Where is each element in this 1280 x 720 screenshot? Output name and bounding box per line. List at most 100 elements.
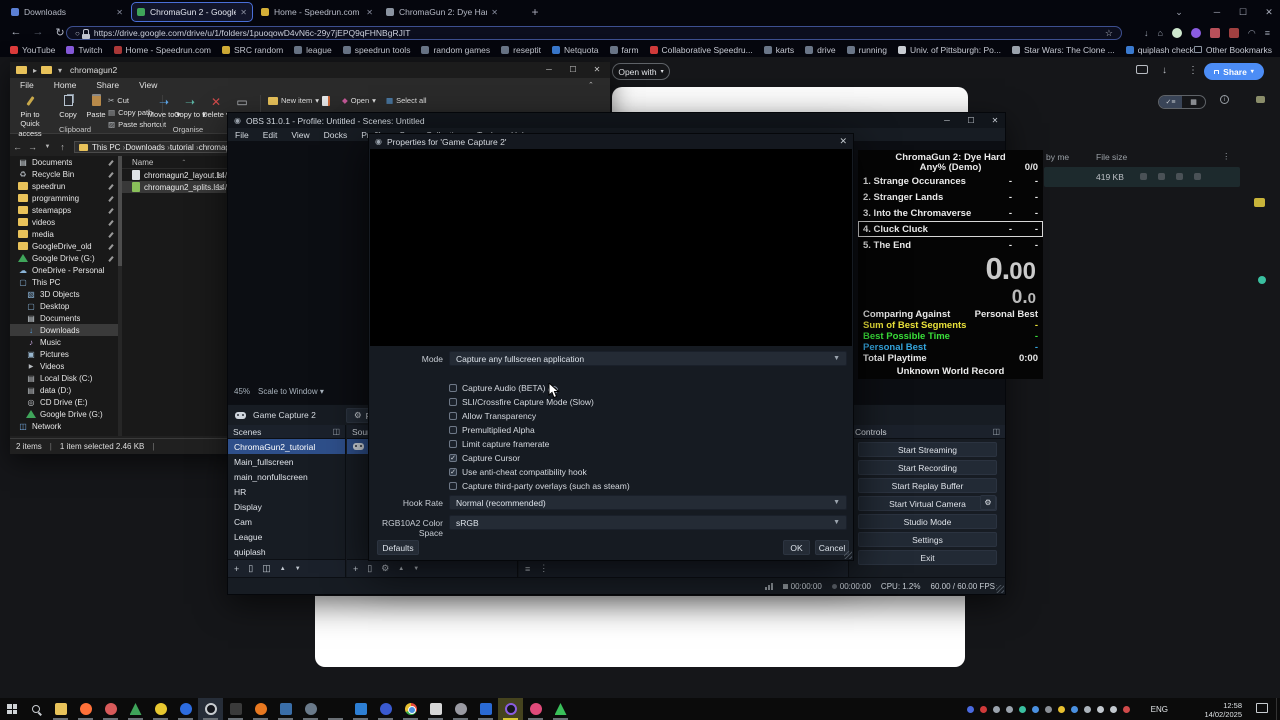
sidebar-item[interactable]: Recycle Bin	[10, 168, 118, 180]
defaults-button[interactable]: Defaults	[377, 540, 419, 555]
tray-icon[interactable]	[1019, 705, 1026, 713]
taskbar-app-icon[interactable]	[448, 698, 473, 720]
explorer-minimize-button[interactable]: ─	[538, 62, 560, 78]
bookmark-item[interactable]: karts	[763, 45, 794, 55]
ribbon-tab[interactable]: Home	[44, 78, 87, 92]
checkbox-row[interactable]: Limit capture framerate	[449, 439, 630, 449]
new-tab-button[interactable]: +	[526, 2, 544, 22]
tray-icon[interactable]	[1071, 705, 1078, 713]
shield-icon[interactable]: ○	[75, 29, 80, 38]
checkbox-row[interactable]: Capture Cursor	[449, 453, 630, 463]
list-tabs-icon[interactable]: ⌄	[1166, 0, 1192, 24]
ribbon-tab[interactable]: View	[129, 78, 167, 92]
checkbox[interactable]	[449, 384, 457, 392]
extension-icon[interactable]	[1228, 28, 1239, 38]
language-indicator[interactable]: ENG	[1151, 705, 1168, 714]
duplicate-icon[interactable]: ◫	[262, 563, 271, 574]
tray-icon[interactable]	[1058, 705, 1065, 713]
explorer-close-button[interactable]: ✕	[586, 62, 608, 78]
breadcrumb-segment[interactable]: Downloads	[125, 143, 169, 152]
list-view-icon[interactable]: ✓≡	[1159, 96, 1182, 108]
browser-close-button[interactable]: ✕	[1256, 0, 1280, 24]
popout-icon[interactable]: ◫	[992, 427, 1000, 436]
checkbox[interactable]	[449, 482, 457, 490]
preview-scale-dropdown[interactable]: Scale to Window ▾	[258, 387, 324, 396]
move-up-icon[interactable]: ▲	[280, 566, 286, 572]
sidebar-item[interactable]: Downloads	[10, 324, 118, 336]
taskbar-app-icon[interactable]	[348, 698, 373, 720]
sidebar-item[interactable]: Local Disk (C:)	[10, 372, 118, 384]
other-bookmarks-button[interactable]: Other Bookmarks	[1193, 42, 1272, 57]
new-item-button[interactable]: New item ▾	[268, 96, 319, 105]
view-toggle[interactable]: ✓≡ ▦	[1158, 95, 1206, 109]
tray-icon[interactable]	[1097, 705, 1104, 713]
bookmark-item[interactable]: Star Wars: The Clone ...	[1011, 45, 1115, 55]
bookmark-star-icon[interactable]: ☆	[1105, 28, 1113, 39]
control-button[interactable]: Studio Mode	[858, 514, 997, 529]
scenes-panel-header[interactable]: Scenes ◫	[228, 425, 345, 439]
taskbar-app-icon[interactable]	[373, 698, 398, 720]
tray-icon[interactable]	[1006, 705, 1013, 713]
obs-maximize-button[interactable]: ☐	[961, 113, 981, 128]
ok-button[interactable]: OK	[783, 540, 810, 555]
back-icon[interactable]: ←	[10, 142, 25, 152]
taskbar-app-icon[interactable]	[98, 698, 123, 720]
extension-icon[interactable]	[1190, 28, 1201, 38]
checkbox[interactable]	[449, 454, 457, 462]
bookmark-item[interactable]: Twitch	[66, 45, 103, 55]
sidebar-item[interactable]: Pictures	[10, 348, 118, 360]
obs-close-button[interactable]: ✕	[985, 113, 1005, 128]
tab-close-icon[interactable]: ✕	[366, 8, 373, 17]
move-up-icon[interactable]: ▲	[398, 566, 404, 572]
chevron-down-icon[interactable]: ▾	[58, 66, 62, 75]
remove-icon[interactable]: ▯	[248, 563, 253, 574]
scene-item[interactable]: League	[228, 529, 345, 544]
size-column-header[interactable]: File size	[1096, 152, 1127, 162]
ribbon-tab[interactable]: Share	[86, 78, 129, 92]
search-button[interactable]	[24, 698, 48, 720]
browser-minimize-button[interactable]: ─	[1204, 0, 1230, 24]
browser-tab[interactable]: ChromaGun 2 - Google Drive ✕	[131, 2, 253, 22]
action-icon[interactable]	[1158, 173, 1165, 180]
taskbar-app-icon[interactable]	[548, 698, 573, 720]
taskbar-app-icon[interactable]	[173, 698, 198, 720]
bookmark-item[interactable]: Collaborative Speedru...	[649, 45, 753, 55]
sidebar-item[interactable]: Desktop	[10, 300, 118, 312]
taskbar-app-icon[interactable]	[198, 698, 223, 720]
breadcrumb[interactable]: This PCDownloadstutorialchromagun2	[74, 141, 234, 153]
checkbox-row[interactable]: Use anti-cheat compatibility hook	[449, 467, 630, 477]
taskbar-app-icon[interactable]	[473, 698, 498, 720]
scene-item[interactable]: main_nonfullscreen	[228, 469, 345, 484]
tray-icon[interactable]	[1123, 705, 1130, 713]
sidebar-item[interactable]: Network	[10, 420, 118, 432]
tray-icon[interactable]	[980, 705, 987, 713]
menu-item[interactable]: Docks	[317, 130, 355, 140]
dialog-title-bar[interactable]: ◉ Properties for 'Game Capture 2'	[369, 134, 853, 149]
mode-dropdown[interactable]: Capture any fullscreen application ▼	[449, 351, 847, 366]
chevron-down-icon[interactable]: ▼	[40, 144, 55, 150]
taskbar-app-icon[interactable]	[223, 698, 248, 720]
tray-icon[interactable]	[1045, 705, 1052, 713]
tab-close-icon[interactable]: ✕	[116, 8, 123, 17]
tray-icon[interactable]	[1110, 705, 1117, 713]
checkbox-row[interactable]: Allow Transparency	[449, 411, 630, 421]
bookmark-item[interactable]: running	[846, 45, 887, 55]
sidebar-item[interactable]: steamapps	[10, 204, 118, 216]
taskbar-app-icon[interactable]	[73, 698, 98, 720]
grid-view-icon[interactable]: ▦	[1182, 96, 1205, 108]
scene-item[interactable]: Main_fullscreen	[228, 454, 345, 469]
taskbar-app-icon[interactable]	[498, 698, 523, 720]
account-icon[interactable]: ◠	[1248, 28, 1256, 39]
taskbar-app-icon[interactable]	[273, 698, 298, 720]
control-button[interactable]: Settings	[858, 532, 997, 547]
home-icon[interactable]: ⌂	[1157, 28, 1162, 38]
checkbox[interactable]	[449, 412, 457, 420]
breadcrumb-segment[interactable]: tutorial	[170, 143, 199, 152]
browser-maximize-button[interactable]: ☐	[1230, 0, 1256, 24]
colorspace-dropdown[interactable]: sRGB ▼	[449, 515, 847, 530]
menu-item[interactable]: File	[228, 130, 256, 140]
taskbar-app-icon[interactable]	[323, 698, 348, 720]
select-all-button[interactable]: ▦ Select all	[386, 96, 427, 105]
source-properties-icon[interactable]: ⚙	[381, 563, 389, 574]
explorer-title-bar[interactable]: ▸ ▾ chromagun2 ─ ☐ ✕	[10, 62, 610, 78]
